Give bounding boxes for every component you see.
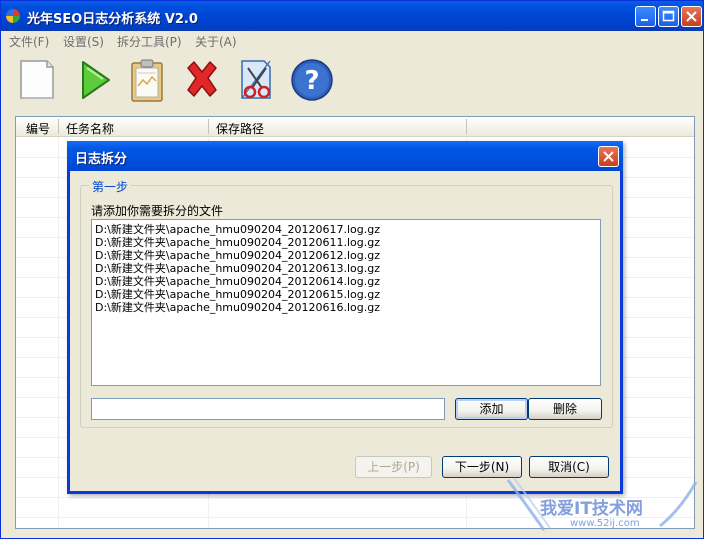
previous-step-button[interactable]: 上一步(P) [355, 456, 432, 478]
grid-line [58, 137, 59, 528]
minimize-button[interactable] [635, 6, 656, 27]
delete-button[interactable]: 删除 [528, 398, 602, 420]
log-split-dialog: 日志拆分 第一步 请添加你需要拆分的文件 D:\新建文件夹\apache_hmu… [67, 141, 623, 494]
app-icon [6, 9, 20, 23]
grid-line [16, 517, 694, 518]
column-divider[interactable] [466, 119, 467, 134]
dialog-close-button[interactable] [598, 146, 619, 167]
menu-settings[interactable]: 设置(S) [63, 33, 104, 50]
svg-text:?: ? [304, 66, 319, 96]
file-path-input[interactable] [91, 398, 445, 420]
cancel-button[interactable]: 取消(C) [529, 456, 609, 478]
menu-bar: 文件(F) 设置(S) 拆分工具(P) 关于(A) [1, 31, 703, 51]
column-number[interactable]: 编号 [26, 120, 50, 137]
file-list-item[interactable]: D:\新建文件夹\apache_hmu090204_20120616.log.g… [95, 301, 380, 314]
grid-line [16, 497, 694, 498]
file-list-item[interactable]: D:\新建文件夹\apache_hmu090204_20120615.log.g… [95, 288, 380, 301]
close-icon [603, 151, 614, 162]
close-icon [686, 11, 697, 22]
column-divider[interactable] [208, 119, 209, 134]
minimize-icon [641, 19, 648, 21]
file-list-item[interactable]: D:\新建文件夹\apache_hmu090204_20120614.log.g… [95, 275, 380, 288]
dialog-title-bar[interactable]: 日志拆分 [67, 141, 623, 171]
column-divider[interactable] [58, 119, 59, 134]
clipboard-icon[interactable] [123, 56, 171, 104]
toolbar: ? [1, 51, 703, 113]
group-title: 第一步 [89, 178, 132, 195]
menu-about[interactable]: 关于(A) [195, 33, 237, 50]
step-one-group: 第一步 请添加你需要拆分的文件 D:\新建文件夹\apache_hmu09020… [80, 178, 613, 428]
new-file-icon[interactable] [13, 56, 61, 104]
play-icon[interactable] [71, 56, 119, 104]
next-step-button[interactable]: 下一步(N) [442, 456, 522, 478]
maximize-button[interactable] [658, 6, 679, 27]
file-list[interactable]: D:\新建文件夹\apache_hmu090204_20120617.log.g… [91, 219, 601, 386]
column-save-path[interactable]: 保存路径 [216, 120, 264, 137]
split-icon[interactable] [234, 56, 282, 104]
task-list-header: 编号 任务名称 保存路径 [16, 117, 694, 137]
help-icon[interactable]: ? [288, 56, 336, 104]
add-button[interactable]: 添加 [455, 398, 528, 420]
instruction-label: 请添加你需要拆分的文件 [91, 204, 224, 218]
delete-icon[interactable] [178, 56, 226, 104]
window-title: 光年SEO日志分析系统 V2.0 [27, 12, 198, 27]
file-list-item[interactable]: D:\新建文件夹\apache_hmu090204_20120612.log.g… [95, 249, 380, 262]
dialog-title: 日志拆分 [75, 152, 128, 167]
file-list-item[interactable]: D:\新建文件夹\apache_hmu090204_20120611.log.g… [95, 236, 380, 249]
menu-file[interactable]: 文件(F) [9, 33, 49, 50]
title-bar[interactable]: 光年SEO日志分析系统 V2.0 [1, 1, 703, 31]
close-button[interactable] [681, 6, 702, 27]
file-list-item[interactable]: D:\新建文件夹\apache_hmu090204_20120613.log.g… [95, 262, 380, 275]
column-task-name[interactable]: 任务名称 [66, 120, 114, 137]
maximize-icon [662, 10, 675, 22]
menu-split-tool[interactable]: 拆分工具(P) [117, 33, 182, 50]
file-list-item[interactable]: D:\新建文件夹\apache_hmu090204_20120617.log.g… [95, 223, 380, 236]
